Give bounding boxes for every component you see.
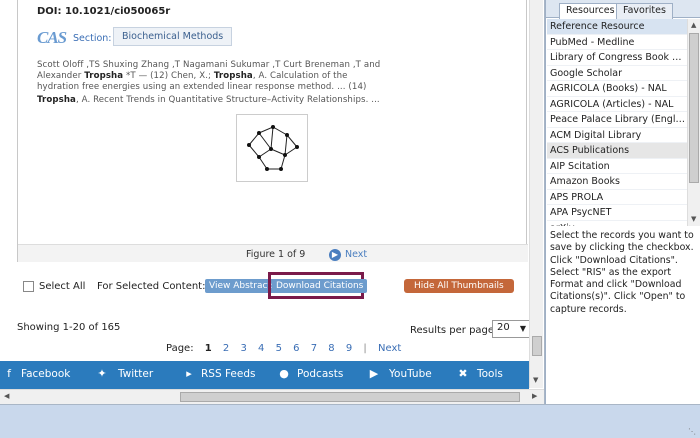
citation-line-3: hydration free energies using an extende…: [37, 82, 367, 92]
list-item[interactable]: ACM Digital Library: [547, 128, 687, 143]
pagination-label: Page:: [166, 343, 194, 354]
list-item[interactable]: ACS Publications: [547, 143, 687, 159]
doi-text: DOI: 10.1021/ci050065r: [37, 6, 171, 17]
facebook-link[interactable]: Facebook: [21, 368, 70, 380]
podcasts-link[interactable]: Podcasts: [297, 368, 343, 380]
chevron-down-icon: ▼: [519, 324, 526, 333]
molecular-graph-image: [247, 125, 299, 171]
list-item[interactable]: AGRICOLA (Books) - NAL: [547, 81, 687, 97]
citation-text: Alexander: [37, 71, 85, 81]
citation-highlight: Tropsha: [84, 71, 124, 81]
tools-link[interactable]: Tools: [477, 368, 503, 380]
list-item[interactable]: AGRICOLA (Articles) - NAL: [547, 97, 687, 112]
page-link[interactable]: 2: [223, 343, 229, 354]
twitter-icon: ✦: [97, 367, 107, 380]
vertical-scrollbar[interactable]: ▼: [529, 0, 543, 388]
scroll-left-icon[interactable]: ◀: [4, 392, 9, 400]
social-links-bar: f Facebook ✦ Twitter ▸ RSS Feeds ● Podca…: [0, 361, 529, 389]
arrow-right-icon[interactable]: ▶: [329, 249, 341, 261]
tab-resources[interactable]: Resources: [559, 3, 622, 19]
podcast-icon: ●: [279, 367, 289, 380]
page-link[interactable]: 7: [311, 343, 317, 354]
citation-authors: Scott Oloff ,TS Shuxing Zhang ,T Nagaman…: [37, 60, 381, 70]
scroll-up-icon[interactable]: ▲: [691, 21, 696, 29]
resize-grip-icon[interactable]: ⋱: [688, 427, 698, 437]
resources-panel: Resources Favorites Reference Resource P…: [545, 0, 700, 404]
panel-tabs: Resources Favorites: [546, 0, 700, 19]
window-status-strip: [0, 404, 700, 438]
pagination: Page: 1 2 3 4 5 6 7 8 9 | Next: [166, 343, 401, 354]
scroll-down-icon[interactable]: ▼: [691, 215, 696, 223]
page-link[interactable]: 3: [240, 343, 246, 354]
results-per-page-value: 20: [497, 322, 510, 333]
list-item[interactable]: APA PsycNET: [547, 205, 687, 221]
page-current: 1: [204, 343, 212, 354]
list-item[interactable]: APS PROLA: [547, 190, 687, 205]
results-count: Showing 1-20 of 165: [17, 322, 121, 333]
resource-list: Reference Resource PubMed - Medline Libr…: [547, 19, 687, 226]
list-item[interactable]: Peace Palace Library (English): [547, 112, 687, 128]
download-citations-button[interactable]: Download Citations: [272, 279, 368, 293]
list-item[interactable]: AIP Scitation: [547, 159, 687, 174]
list-item[interactable]: arXiv: [547, 221, 687, 227]
horizontal-scrollbar[interactable]: ◀ ▶: [0, 389, 544, 404]
page-link[interactable]: 9: [346, 343, 352, 354]
tools-icon: ✖: [458, 367, 468, 380]
hide-thumbnails-button[interactable]: Hide All Thumbnails: [404, 279, 514, 293]
scroll-down-icon[interactable]: ▼: [533, 376, 538, 384]
scroll-right-icon[interactable]: ▶: [532, 392, 537, 400]
list-item[interactable]: Library of Congress Book Catalog: [547, 50, 687, 66]
page-link[interactable]: 5: [276, 343, 282, 354]
tab-favorites[interactable]: Favorites: [616, 3, 673, 19]
citation-line-2: Alexander Tropsha *T — (12) Chen, X.; Tr…: [37, 71, 348, 81]
list-item[interactable]: Google Scholar: [547, 66, 687, 81]
page-link[interactable]: 8: [328, 343, 334, 354]
instructions-text: Select the records you want to save by c…: [550, 230, 694, 315]
scrollbar-thumb[interactable]: [532, 336, 542, 356]
results-per-page-label: Results per page:: [410, 325, 498, 336]
rss-icon: ▸: [186, 367, 192, 380]
figure-counter: Figure 1 of 9: [246, 249, 306, 260]
section-badge[interactable]: Biochemical Methods: [113, 27, 233, 46]
citation-highlight: Tropsha: [213, 71, 253, 81]
page-link[interactable]: 6: [293, 343, 299, 354]
youtube-link[interactable]: YouTube: [389, 368, 432, 380]
list-item[interactable]: Amazon Books: [547, 174, 687, 190]
citation-line-4: Tropsha, A. Recent Trends in Quantitativ…: [37, 95, 380, 105]
citation-text: , A. Calculation of the: [252, 71, 348, 81]
select-all-checkbox[interactable]: [23, 281, 34, 292]
next-page-link[interactable]: Next: [378, 343, 401, 354]
section-value: Biochemical Methods: [122, 31, 224, 42]
citation-highlight: Tropsha: [37, 95, 76, 105]
figure-navigation: Figure 1 of 9 ▶ Next: [18, 244, 528, 262]
results-per-page-select[interactable]: 20 ▼: [492, 320, 530, 338]
cas-logo: CAS: [37, 28, 67, 47]
resource-list-header: Reference Resource: [547, 19, 687, 35]
rss-feeds-link[interactable]: RSS Feeds: [201, 368, 255, 380]
scrollbar-thumb[interactable]: [180, 392, 520, 402]
citation-text: , A. Recent Trends in Quantitative Struc…: [75, 95, 380, 105]
resource-list-scrollbar[interactable]: ▲ ▼: [687, 19, 700, 226]
selection-toolbar: Select All For Selected Content: View Ab…: [17, 272, 527, 302]
facebook-icon: f: [7, 367, 11, 380]
select-all-label: Select All: [39, 281, 86, 292]
for-selected-label: For Selected Content:: [97, 281, 206, 292]
scrollbar-thumb[interactable]: [689, 33, 699, 183]
page-link[interactable]: 4: [258, 343, 264, 354]
next-figure-link[interactable]: Next: [345, 249, 367, 260]
pagination-separator: |: [363, 343, 367, 354]
citation-text: *T — (12) Chen, X.;: [123, 71, 214, 81]
list-item[interactable]: PubMed - Medline: [547, 35, 687, 50]
figure-thumbnail[interactable]: [236, 114, 308, 182]
results-pane: DOI: 10.1021/ci050065r CAS Section: Bioc…: [0, 0, 545, 404]
record-card: DOI: 10.1021/ci050065r CAS Section: Bioc…: [17, 0, 528, 262]
section-label: Section:: [73, 33, 112, 44]
youtube-icon: ▶: [369, 367, 379, 380]
twitter-link[interactable]: Twitter: [118, 368, 153, 380]
